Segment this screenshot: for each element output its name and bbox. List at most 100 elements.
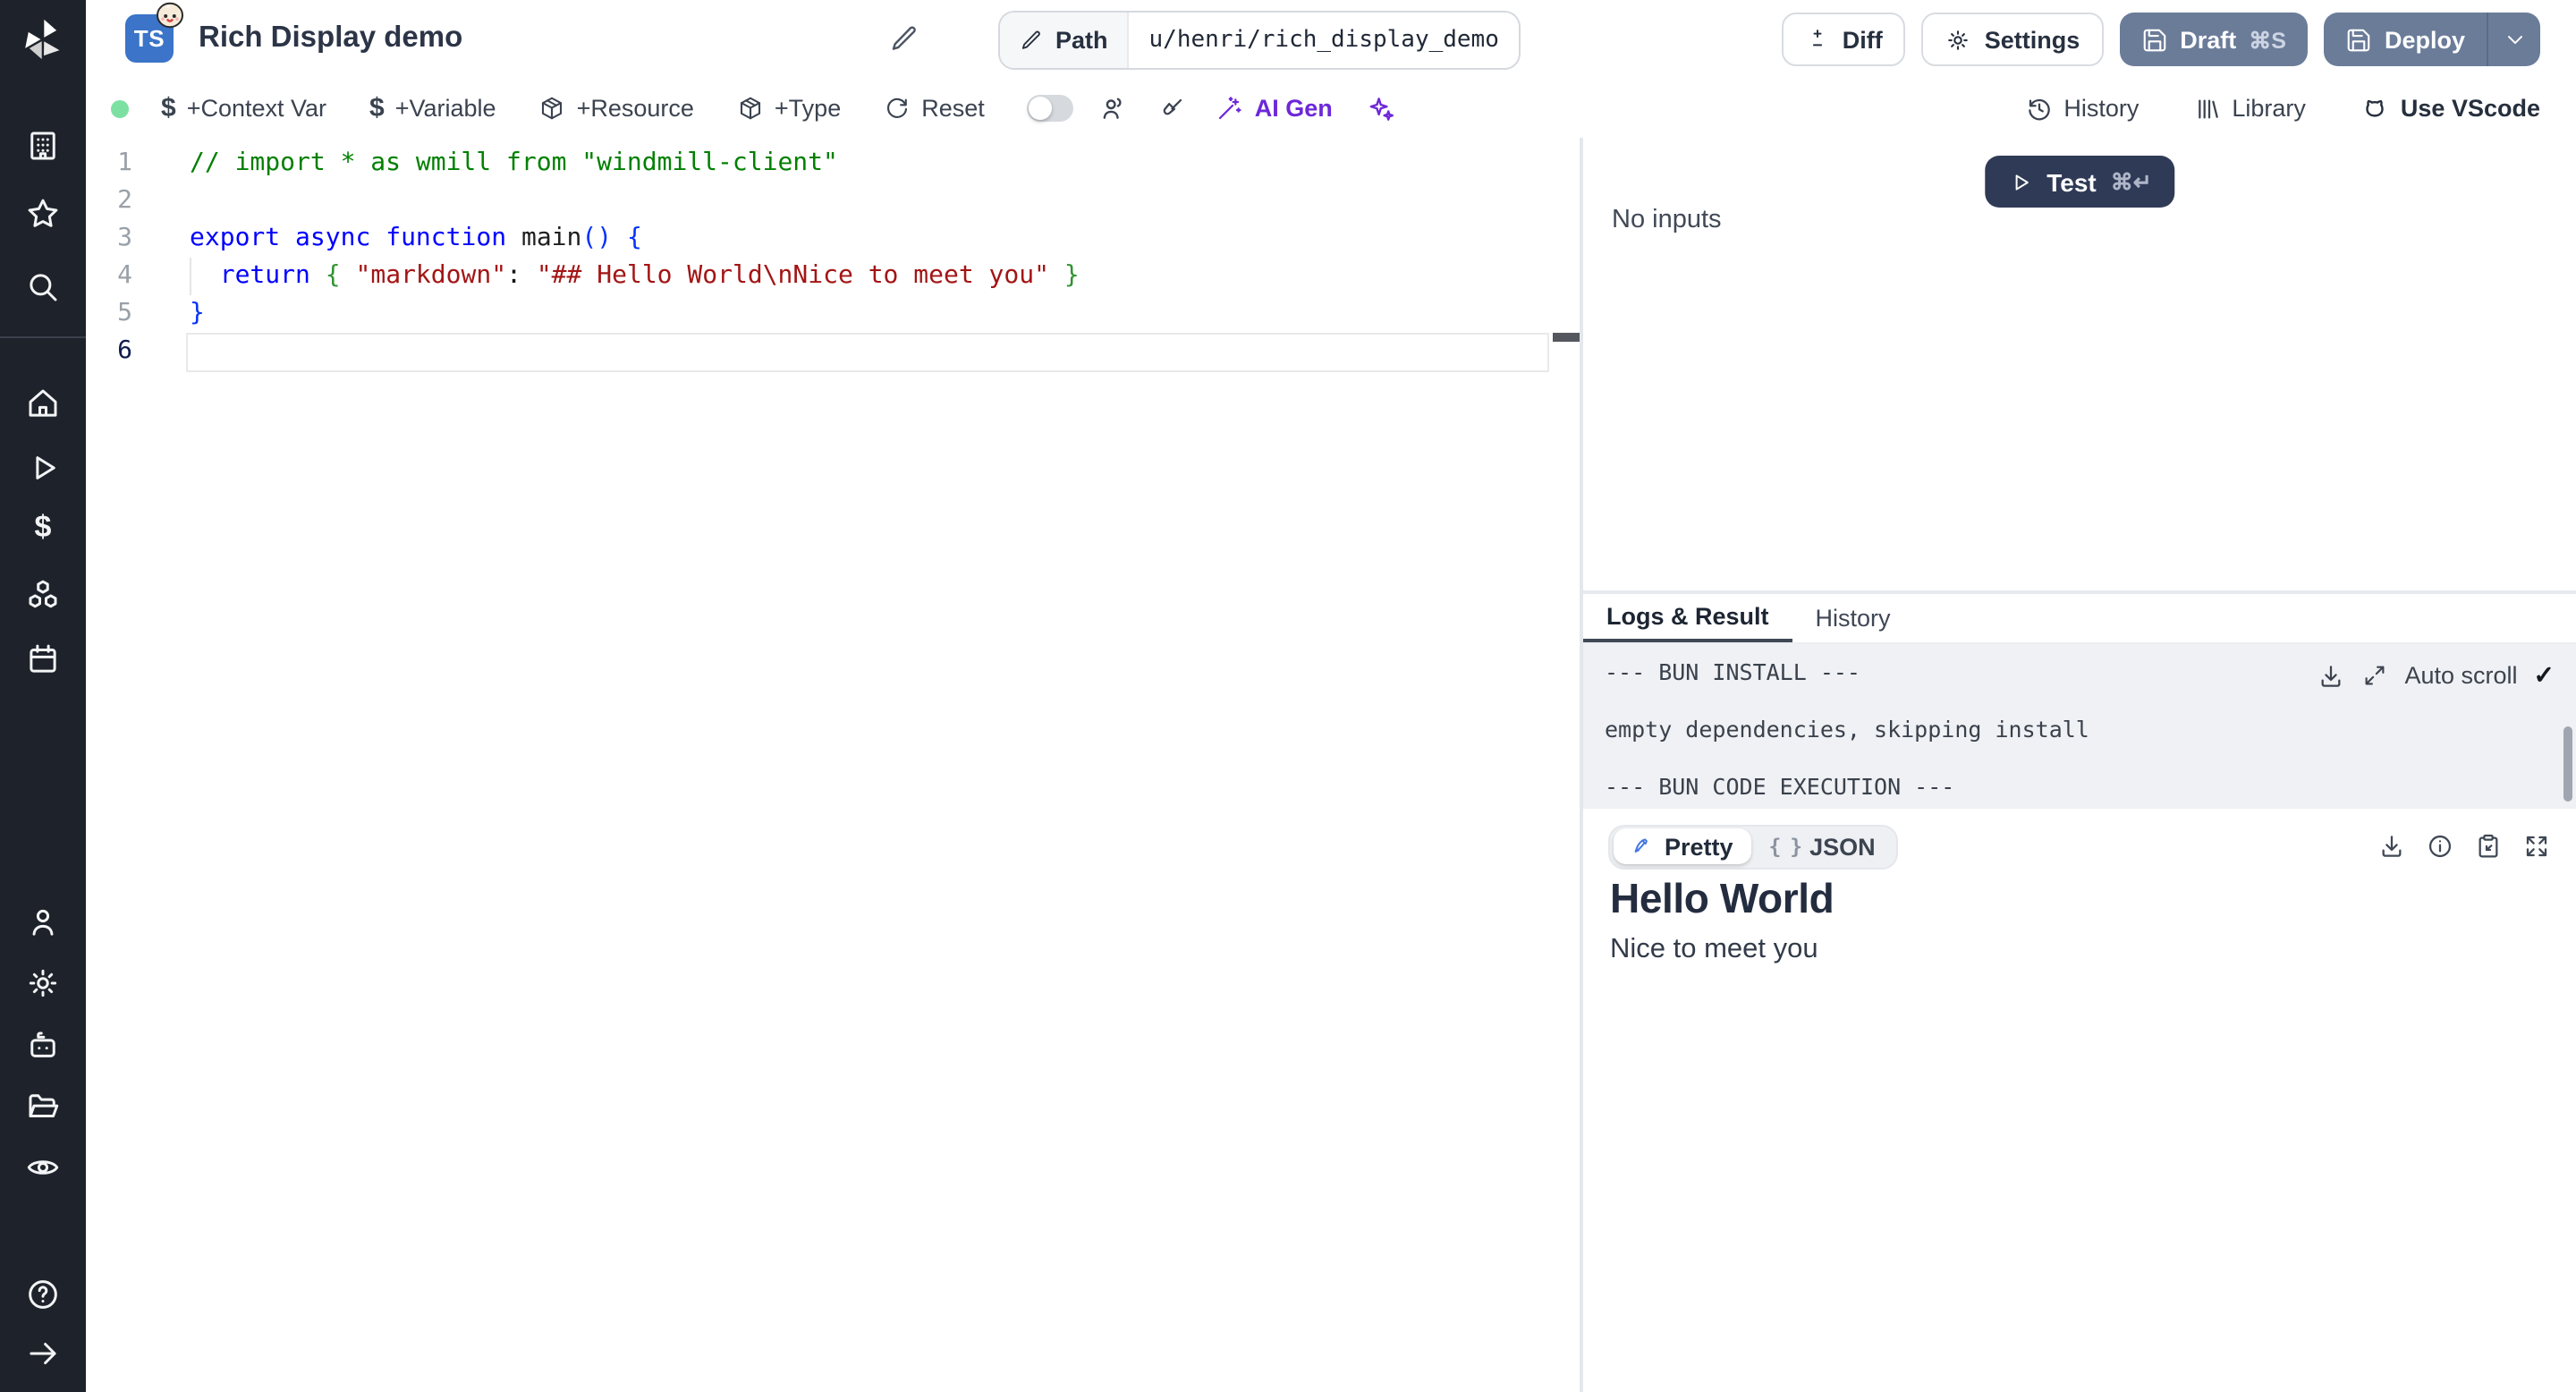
windmill-logo[interactable] — [20, 16, 66, 63]
tab-history-label: History — [1815, 605, 1891, 632]
edit-title-pencil-icon[interactable] — [889, 23, 919, 54]
search-icon[interactable] — [24, 268, 62, 306]
log-scrollbar-thumb[interactable] — [2563, 726, 2572, 802]
add-variable-label: +Variable — [394, 95, 496, 122]
diff-label: Diff — [1842, 26, 1883, 53]
settings-label: Settings — [1984, 26, 2080, 53]
add-resource-button[interactable]: +Resource — [539, 95, 694, 122]
favorites-star-icon[interactable] — [24, 195, 62, 233]
format-brush-icon[interactable] — [1158, 94, 1187, 123]
users-person-icon[interactable] — [24, 904, 62, 941]
pencil-icon — [1021, 30, 1040, 49]
right-panel: Test ⌘↵ No inputs Logs & Result History … — [1583, 138, 2576, 1392]
library-button[interactable]: Library — [2192, 94, 2306, 123]
result-actions — [2377, 832, 2551, 861]
help-icon[interactable] — [24, 1276, 62, 1313]
download-result-icon[interactable] — [2377, 832, 2406, 861]
use-vscode-button[interactable]: Use VScode — [2360, 93, 2540, 123]
test-label: Test — [2046, 167, 2097, 196]
tab-history[interactable]: History — [1792, 594, 1914, 642]
tab-logs-result-label: Logs & Result — [1606, 603, 1769, 630]
magic-wand-icon — [1219, 96, 1242, 119]
ai-gen-button[interactable]: AI Gen — [1216, 94, 1333, 123]
download-logs-icon[interactable] — [2317, 661, 2345, 690]
folders-icon[interactable] — [24, 1088, 62, 1125]
info-icon[interactable] — [2426, 832, 2454, 861]
reset-icon — [887, 98, 908, 118]
add-context-var-button[interactable]: $ +Context Var — [161, 93, 326, 123]
audit-logs-eye-icon[interactable] — [24, 1149, 62, 1186]
code-editor[interactable]: 123456 // import * as wmill from "windmi… — [86, 138, 1580, 1392]
pretty-view-button[interactable]: Pretty — [1613, 828, 1751, 864]
schedules-calendar-icon[interactable] — [24, 641, 62, 678]
library-icon — [2198, 98, 2218, 118]
log-viewer[interactable]: --- BUN INSTALL --- empty dependencies, s… — [1583, 644, 2576, 809]
maximize-result-icon[interactable] — [2522, 832, 2551, 861]
result-toolbar: Pretty { } JSON — [1608, 823, 2551, 870]
multiplayer-toggle[interactable] — [1027, 95, 1074, 122]
runs-play-icon[interactable] — [24, 449, 62, 487]
workspace-icon[interactable] — [24, 127, 62, 165]
history-button[interactable]: History — [2024, 94, 2139, 123]
deploy-label: Deploy — [2384, 26, 2465, 53]
path-widget[interactable]: Path u/henri/rich_display_demo — [998, 11, 1521, 70]
chevron-down-icon — [2507, 36, 2521, 45]
header-actions: Diff Settings Draft ⌘S Deploy — [1781, 13, 2540, 66]
copy-to-clipboard-icon[interactable] — [2474, 832, 2503, 861]
settings-gear-icon[interactable] — [24, 964, 62, 1002]
braces-icon: { } — [1768, 834, 1803, 859]
expand-logs-icon[interactable] — [2361, 662, 2388, 689]
header: TS Rich Display demo Path u/henri/rich_d… — [86, 0, 2576, 81]
status-dot — [111, 99, 129, 117]
line-numbers: 123456 — [117, 149, 132, 365]
sidebar: $ — [0, 0, 86, 1392]
settings-button[interactable]: Settings — [1921, 13, 2104, 66]
resources-cubes-icon[interactable] — [24, 576, 62, 614]
path-label-section: Path — [1000, 13, 1130, 68]
deploy-split-button: Deploy — [2323, 13, 2540, 66]
add-resource-label: +Resource — [576, 95, 694, 122]
editor-toolbar: $ +Context Var $ +Variable +Resource +Ty… — [86, 79, 2576, 140]
collaborators-icon[interactable] — [1099, 93, 1130, 123]
home-icon[interactable] — [24, 385, 62, 422]
reset-button[interactable]: Reset — [884, 95, 985, 122]
main-area: TS Rich Display demo Path u/henri/rich_d… — [86, 0, 2576, 1392]
deploy-button[interactable]: Deploy — [2324, 13, 2487, 66]
tab-logs-result[interactable]: Logs & Result — [1583, 594, 1792, 642]
add-variable-button[interactable]: $ +Variable — [369, 93, 496, 123]
json-view-button[interactable]: { } JSON — [1751, 828, 1894, 864]
add-type-button[interactable]: +Type — [737, 95, 841, 122]
library-label: Library — [2232, 95, 2306, 122]
diff-button[interactable]: Diff — [1781, 13, 1906, 66]
test-button[interactable]: Test ⌘↵ — [1984, 156, 2175, 208]
result-heading: Hello World — [1610, 875, 1835, 921]
output-tabs: Logs & Result History — [1583, 590, 2576, 644]
code-lines[interactable]: // import * as wmill from "windmill-clie… — [190, 145, 1080, 370]
draft-button[interactable]: Draft ⌘S — [2119, 13, 2308, 66]
draft-shortcut: ⌘S — [2249, 28, 2286, 53]
history-clock-icon — [2028, 98, 2050, 120]
result-view-switch: Pretty { } JSON — [1608, 824, 1898, 869]
deploy-more-button[interactable] — [2488, 13, 2540, 66]
workers-robot-icon[interactable] — [24, 1027, 62, 1065]
variables-dollar-icon[interactable]: $ — [35, 510, 52, 546]
result-section: Pretty { } JSON Hello World Nice to meet… — [1583, 809, 2576, 1392]
package-icon — [542, 97, 563, 120]
pretty-pen-icon — [1633, 838, 1647, 853]
dollar-icon: $ — [369, 93, 385, 123]
ai-gen-label: AI Gen — [1254, 95, 1333, 122]
page-title: Rich Display demo — [199, 21, 463, 54]
history-label: History — [2063, 95, 2140, 122]
toggle-knob — [1029, 97, 1053, 120]
auto-scroll-checkmark[interactable]: ✓ — [2534, 660, 2555, 691]
expand-sidebar-arrow-icon[interactable] — [24, 1335, 62, 1372]
vscode-icon — [2366, 99, 2384, 117]
save-icon — [2142, 28, 2165, 51]
log-controls: Auto scroll ✓ — [2317, 660, 2555, 691]
path-value[interactable]: u/henri/rich_display_demo — [1130, 13, 1519, 68]
sparkles-icon[interactable] — [1365, 93, 1395, 123]
auto-scroll-label[interactable]: Auto scroll — [2404, 662, 2517, 689]
overview-ruler-cursor-mark — [1553, 333, 1580, 342]
no-inputs-text: No inputs — [1612, 206, 1722, 234]
gear-icon — [1948, 30, 1969, 49]
